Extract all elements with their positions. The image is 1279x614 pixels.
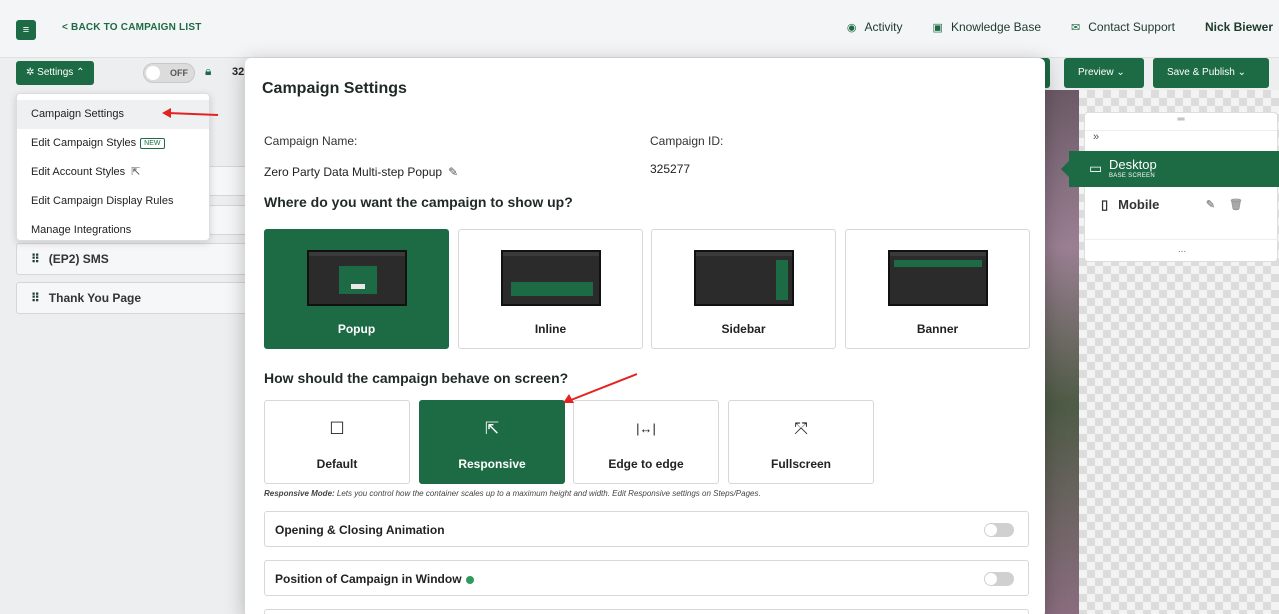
placement-inline[interactable]: Inline	[458, 229, 643, 349]
drag-handle-icon[interactable]: ⠿	[31, 291, 40, 305]
menu-item-edit-campaign-styles[interactable]: Edit Campaign Styles NEW	[17, 129, 209, 158]
menu-item-edit-display-rules[interactable]: Edit Campaign Display Rules	[17, 187, 209, 216]
step-item-thank-you[interactable]: ⠿ Thank You Page	[16, 282, 256, 314]
campaign-id-value: 325277	[650, 162, 691, 176]
edit-icon[interactable]: ✎	[448, 165, 458, 179]
placement-banner[interactable]: Banner	[845, 229, 1030, 349]
popup-thumbnail	[307, 250, 407, 306]
position-toggle[interactable]	[984, 572, 1014, 586]
behavior-fullscreen[interactable]: ⤧ Fullscreen	[728, 400, 874, 484]
chevron-down-icon: ⌄	[1113, 67, 1125, 78]
annotation-arrow-icon	[563, 373, 638, 403]
expand-icon[interactable]: »	[1085, 131, 1277, 149]
behavior-default[interactable]: ☐ Default	[264, 400, 410, 484]
device-panel: ═ » ▭ Desktop BASE SCREEN ▯ Mobile ✎🗑︎ ..…	[1061, 112, 1279, 262]
banner-thumbnail	[888, 250, 988, 306]
modal-title: Campaign Settings	[262, 80, 407, 97]
chevron-up-icon: ⌃	[73, 67, 85, 78]
new-badge: NEW	[140, 137, 165, 149]
device-desktop[interactable]: ▭ Desktop BASE SCREEN	[1061, 151, 1279, 187]
next-setting-row	[264, 609, 1029, 614]
placement-popup[interactable]: Popup	[264, 229, 449, 349]
user-name[interactable]: Nick Biewer	[1205, 20, 1273, 34]
position-setting-row: Position of Campaign in Window	[264, 560, 1029, 596]
top-bar: ≡ < BACK TO CAMPAIGN LIST ◉ Activity ▣ Kno…	[0, 0, 1279, 58]
top-nav: ◉ Activity ▣ Knowledge Base ✉ Contact Suppo…	[847, 20, 1273, 34]
knowledge-base-link[interactable]: ▣ Knowledge Base	[933, 20, 1041, 34]
info-icon[interactable]	[465, 575, 474, 584]
behavior-responsive[interactable]: ⇱ Responsive	[419, 400, 565, 484]
drag-handle-icon[interactable]: ═	[1085, 113, 1277, 131]
support-icon: ✉	[1071, 22, 1081, 34]
campaign-id-label: Campaign ID:	[650, 134, 724, 148]
edit-icon[interactable]: ✎	[1206, 199, 1229, 211]
gear-icon: ✲	[26, 67, 38, 78]
selection-notch	[1061, 161, 1069, 177]
sidebar-thumbnail	[694, 250, 794, 306]
step-item-sms[interactable]: ⠿ (EP2) SMS	[16, 243, 256, 275]
campaign-name-value: Zero Party Data Multi-step Popup ✎	[264, 165, 459, 179]
campaign-status-toggle[interactable]: OFF	[143, 63, 195, 83]
campaign-name-label: Campaign Name:	[264, 134, 358, 148]
monitor-icon: ▭	[1089, 160, 1103, 176]
horizontal-expand-icon: |↔|	[636, 421, 656, 436]
settings-button[interactable]: ✲ Settings ⌃	[16, 61, 95, 85]
drag-handle-icon[interactable]: ⠿	[31, 252, 40, 266]
toggle-label: OFF	[170, 68, 188, 78]
contact-support-link[interactable]: ✉ Contact Support	[1071, 20, 1175, 34]
responsive-note: Responsive Mode: Lets you control how th…	[264, 489, 761, 498]
book-icon: ▣	[932, 22, 943, 34]
lock-icon[interactable]: 🔒︎	[205, 64, 211, 79]
placement-sidebar[interactable]: Sidebar	[651, 229, 836, 349]
animation-setting-row: Opening & Closing Animation	[264, 511, 1029, 547]
preview-button[interactable]: Preview ⌄	[1064, 58, 1144, 88]
activity-icon: ◉	[846, 22, 857, 34]
campaign-settings-modal: Campaign Settings Campaign Name: Zero Pa…	[245, 58, 1045, 614]
activity-link[interactable]: ◉ Activity	[847, 20, 903, 34]
external-link-icon: ⇱	[484, 419, 500, 438]
device-mobile[interactable]: ▯ Mobile ✎🗑︎	[1101, 197, 1271, 213]
menu-icon[interactable]: ≡	[16, 20, 36, 40]
external-link-icon: ⇱	[131, 166, 141, 178]
save-publish-button[interactable]: Save & Publish ⌄	[1153, 58, 1269, 88]
campaign-id-partial: 32	[232, 66, 245, 78]
chevron-down-icon: ⌄	[1234, 67, 1246, 78]
behavior-edge-to-edge[interactable]: |↔| Edge to edge	[573, 400, 719, 484]
inline-thumbnail	[501, 250, 601, 306]
annotation-arrow-icon	[162, 108, 219, 118]
placement-heading: Where do you want the campaign to show u…	[264, 194, 573, 210]
phone-icon: ▯	[1101, 197, 1109, 212]
fullscreen-icon: ⤧	[794, 419, 808, 438]
toggle-knob	[146, 66, 160, 80]
more-icon[interactable]: ...	[1085, 239, 1279, 255]
menu-item-edit-account-styles[interactable]: Edit Account Styles ⇱	[17, 158, 209, 187]
menu-item-manage-integrations[interactable]: Manage Integrations	[17, 216, 209, 245]
animation-toggle[interactable]	[984, 523, 1014, 537]
behavior-heading: How should the campaign behave on screen…	[264, 370, 569, 386]
trash-icon[interactable]: 🗑︎	[1229, 199, 1257, 211]
square-icon: ☐	[329, 419, 345, 438]
back-to-campaign-list-link[interactable]: < BACK TO CAMPAIGN LIST	[62, 22, 202, 33]
